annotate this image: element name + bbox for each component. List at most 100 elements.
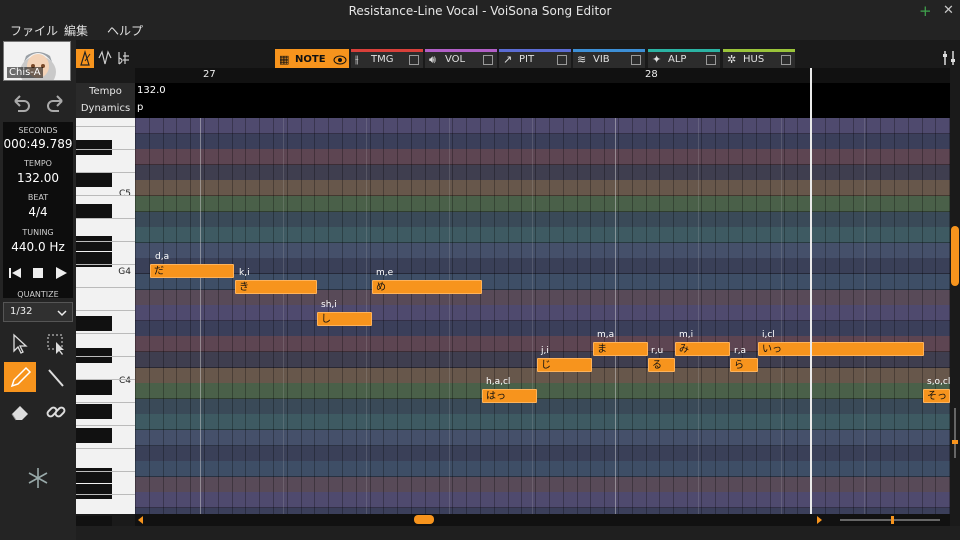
white-key-divider (76, 402, 135, 403)
tab-note[interactable]: ▦ NOTE (275, 49, 349, 68)
menu-edit[interactable]: 編集 (64, 22, 88, 39)
horizontal-scrollbar[interactable] (135, 514, 950, 526)
vertical-zoom-thumb[interactable] (952, 440, 958, 444)
select-tool[interactable] (6, 330, 34, 358)
metronome-toggle[interactable] (76, 49, 94, 68)
playhead[interactable] (810, 118, 812, 514)
note-block[interactable]: め (372, 280, 482, 294)
black-key[interactable] (76, 236, 112, 251)
horizontal-zoom-thumb[interactable] (891, 516, 894, 524)
rewind-button[interactable] (5, 264, 25, 282)
white-key-divider (76, 448, 135, 449)
tab-husky[interactable]: ✲ HUS (723, 49, 795, 68)
dynamics-track-value[interactable]: p (137, 102, 143, 113)
note-block[interactable]: ま (593, 342, 648, 356)
piano-roll[interactable]: d,a だ k,i き m,e め sh,i し j,i じ m,a ま r,u… (135, 118, 950, 514)
black-key[interactable] (76, 172, 112, 187)
grid-line (908, 118, 909, 514)
grid-line (701, 118, 702, 514)
play-button[interactable] (51, 264, 71, 282)
tempo-track[interactable]: Tempo 132.0 (76, 83, 950, 100)
menu-help[interactable]: ヘルプ (107, 22, 143, 39)
dynamics-track[interactable]: Dynamics p (76, 100, 950, 118)
tab-timing-checkbox[interactable] (409, 55, 419, 65)
grid-line (687, 118, 688, 514)
black-key[interactable] (76, 428, 112, 443)
wave-toggle[interactable] (97, 49, 113, 68)
note-block[interactable]: いっ (758, 342, 924, 356)
singer-avatar[interactable]: Chis-A (3, 41, 71, 81)
key-label-c4: C4 (118, 376, 131, 386)
vertical-scrollbar[interactable] (950, 118, 960, 514)
tab-pitch[interactable]: ↗ PIT (499, 49, 571, 68)
tab-vibrato[interactable]: ≋ VIB (573, 49, 645, 68)
beat-label: BEAT (27, 193, 49, 202)
mixer-button[interactable] (940, 49, 958, 68)
grid-line (245, 118, 246, 514)
range-select-tool[interactable] (42, 330, 70, 358)
undo-button[interactable] (9, 92, 35, 114)
link-tool[interactable] (42, 398, 70, 426)
black-key[interactable] (76, 204, 112, 219)
note-block[interactable]: き (235, 280, 317, 294)
phoneme-label: m,e (376, 268, 394, 278)
beat-line (449, 118, 450, 514)
grid-line (742, 118, 743, 514)
left-panel: Chis-A SECONDS 000:49.789 TEMPO 132.00 B… (0, 40, 76, 540)
black-key[interactable] (76, 316, 112, 331)
note-lyric: だ (154, 266, 164, 277)
redo-button[interactable] (42, 92, 68, 114)
bar-line (200, 118, 201, 514)
note-lyric: じ (541, 360, 551, 371)
tab-volume-checkbox[interactable] (483, 55, 493, 65)
tab-alpha-label: ALP (668, 54, 687, 65)
black-key[interactable] (76, 140, 112, 155)
tab-alpha[interactable]: ✦ ALP (648, 49, 720, 68)
black-key[interactable] (76, 484, 112, 499)
maximize-button[interactable]: + (919, 3, 932, 19)
stop-button[interactable] (28, 264, 48, 282)
quantize-dropdown[interactable]: 1/32 (3, 302, 73, 322)
note-block[interactable]: じ (537, 358, 592, 372)
tab-timing[interactable]: ⫲ TMG (351, 49, 423, 68)
note-block[interactable]: み (675, 342, 730, 356)
black-key[interactable] (76, 380, 112, 395)
black-key[interactable] (76, 404, 112, 419)
tab-volume[interactable]: 🔊︎ VOL (425, 49, 497, 68)
horizontal-scroll-thumb[interactable] (414, 515, 434, 524)
line-tool[interactable] (42, 364, 70, 392)
scroll-left-icon[interactable] (137, 515, 145, 525)
vertical-zoom-track[interactable] (954, 408, 956, 458)
transport-info: SECONDS 000:49.789 TEMPO 132.00 BEAT 4/4… (3, 122, 73, 298)
piano-keyboard[interactable]: C5 G4 C4 (76, 118, 135, 531)
note-block[interactable]: そっ (923, 389, 950, 403)
horizontal-zoom-track[interactable] (840, 519, 940, 521)
tempo-track-value[interactable]: 132.0 (137, 85, 166, 96)
redo-icon (47, 95, 63, 112)
note-lyric: き (239, 282, 249, 293)
scroll-right-icon[interactable] (815, 515, 823, 525)
tab-husky-checkbox[interactable] (781, 55, 791, 65)
playhead-top (810, 68, 812, 118)
menu-file[interactable]: ファイル (10, 22, 58, 39)
husky-icon: ✲ (727, 53, 737, 66)
quantize-value: 1/32 (10, 306, 33, 317)
note-block[interactable]: し (317, 312, 372, 326)
note-block[interactable]: ら (730, 358, 758, 372)
tab-alpha-checkbox[interactable] (706, 55, 716, 65)
freeze-button[interactable] (24, 464, 52, 492)
close-button[interactable]: ✕ (943, 3, 954, 19)
accidental-toggle[interactable] (115, 49, 131, 68)
note-block[interactable]: はっ (482, 389, 537, 403)
timeline-ruler[interactable]: 27 28 (135, 68, 950, 83)
dynamics-track-label: Dynamics (76, 100, 135, 118)
note-block[interactable]: だ (150, 264, 234, 278)
grid-line (466, 118, 467, 514)
note-block[interactable]: る (648, 358, 675, 372)
tab-pitch-checkbox[interactable] (557, 55, 567, 65)
vertical-scroll-thumb[interactable] (951, 226, 959, 286)
eraser-tool[interactable] (6, 398, 34, 426)
tab-vibrato-checkbox[interactable] (631, 55, 641, 65)
pitch-lane (135, 258, 950, 275)
pencil-tool[interactable] (4, 362, 36, 392)
